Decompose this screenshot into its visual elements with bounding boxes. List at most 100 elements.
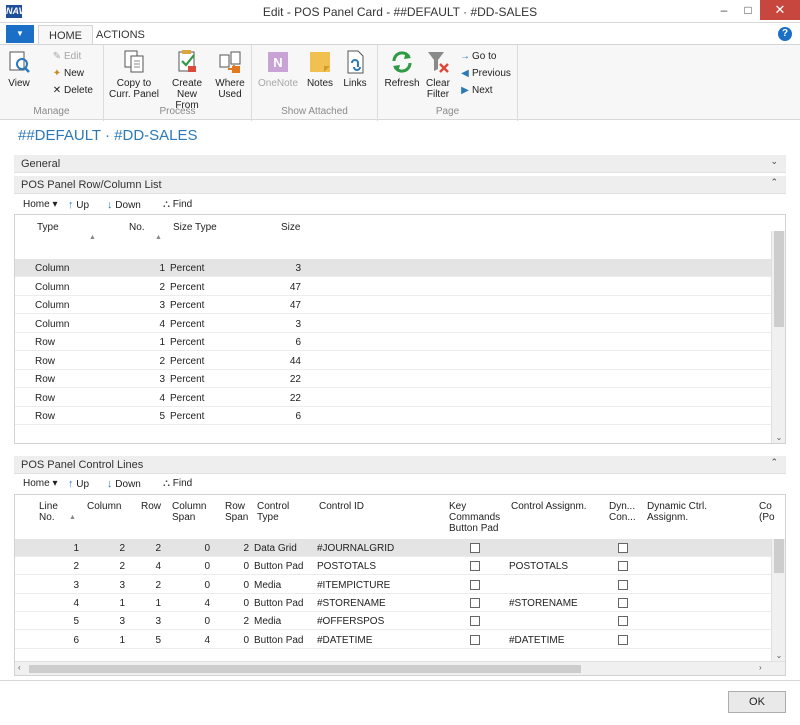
header-control-type[interactable]: Control Type [257, 501, 289, 523]
header-line-no[interactable]: Line No. [39, 501, 58, 523]
fasttab-control-lines[interactable]: POS Panel Control Lines ⌃ [14, 456, 786, 474]
table-row[interactable]: Row 2 Percent 44 [15, 352, 771, 370]
table-row[interactable]: Row 1 Percent 6 [15, 333, 771, 351]
header-row[interactable]: Row [141, 501, 161, 512]
header-column-span[interactable]: Column Span [172, 501, 206, 523]
table-row[interactable]: Row 4 Percent 22 [15, 389, 771, 407]
control-up-button[interactable]: ↑ Up [68, 478, 89, 490]
where-used-button[interactable]: Where Used [212, 49, 248, 100]
app-menu-button[interactable]: ▼ [6, 25, 34, 43]
onenote-label: OneNote [258, 78, 299, 89]
tab-home[interactable]: HOME [38, 25, 93, 45]
chevron-up-icon[interactable]: ⌃ [770, 457, 778, 468]
key-commands-checkbox[interactable] [470, 634, 480, 645]
header-size[interactable]: Size [281, 222, 300, 233]
rowcol-home-menu[interactable]: Home ▾ [23, 199, 58, 210]
table-row[interactable]: Row 3 Percent 22 [15, 370, 771, 388]
view-button[interactable]: View [6, 49, 32, 89]
header-co-pos[interactable]: Co (Po [759, 501, 775, 523]
table-row[interactable]: Row 5 Percent 6 [15, 407, 771, 425]
key-commands-checkbox[interactable] [470, 561, 480, 572]
cell-no: 3 [159, 300, 165, 311]
control-find-button[interactable]: ⛬ Find [163, 478, 192, 489]
dynamic-control-checkbox[interactable] [618, 543, 628, 553]
refresh-button[interactable]: Refresh [384, 49, 420, 89]
scroll-right-arrow-icon[interactable]: › [759, 663, 762, 672]
minimize-button[interactable]: – [712, 0, 736, 20]
chevron-up-icon[interactable]: ⌃ [770, 177, 778, 188]
delete-button[interactable]: ✕ Delete [52, 85, 93, 97]
rowcol-down-button[interactable]: ↓ Down [107, 199, 141, 211]
dynamic-control-checkbox[interactable] [618, 634, 628, 645]
fasttab-general[interactable]: General ⌄ [14, 155, 786, 173]
tab-actions[interactable]: ACTIONS [86, 25, 155, 45]
links-button[interactable]: Links [340, 49, 370, 89]
header-dyn-con[interactable]: Dyn... Con... [609, 501, 636, 523]
cell-column-span: 0 [204, 561, 210, 573]
create-new-from-button[interactable]: Create New From [164, 49, 210, 111]
table-row[interactable]: 1 2 2 0 2 Data Grid #JOURNALGRID [15, 539, 771, 557]
fasttab-rowcol-list[interactable]: POS Panel Row/Column List ⌃ [14, 176, 786, 194]
header-control-assignm[interactable]: Control Assignm. [511, 501, 587, 512]
ok-button[interactable]: OK [728, 691, 786, 713]
control-down-button[interactable]: ↓ Down [107, 478, 141, 490]
help-icon[interactable]: ? [778, 27, 792, 41]
dynamic-control-checkbox[interactable] [618, 579, 628, 590]
cell-no: 2 [159, 355, 165, 367]
header-co-2: (Po [759, 512, 775, 523]
table-row[interactable]: Column 3 Percent 47 [15, 296, 771, 314]
dynamic-control-checkbox[interactable] [618, 616, 628, 627]
key-commands-checkbox[interactable] [470, 616, 480, 627]
goto-button[interactable]: → Go to [460, 51, 496, 63]
header-column[interactable]: Column [87, 501, 121, 512]
header-control-id[interactable]: Control ID [319, 501, 364, 512]
notes-button[interactable]: Notes [304, 49, 336, 89]
rowcol-find-button[interactable]: ⛬ Find [163, 199, 192, 210]
clear-filter-button[interactable]: Clear Filter [424, 49, 452, 100]
close-button[interactable]: ✕ [760, 0, 800, 20]
dynamic-control-checkbox[interactable] [618, 597, 628, 608]
new-button[interactable]: ✦ New [52, 68, 84, 80]
next-label: Next [472, 85, 493, 96]
rowcol-scroll-thumb[interactable] [774, 231, 784, 327]
cell-type: Column [35, 281, 70, 293]
control-horizontal-scrollbar[interactable]: ‹ › [15, 661, 785, 675]
table-row[interactable]: Column 4 Percent 3 [15, 315, 771, 333]
header-size-type[interactable]: Size Type [173, 222, 217, 233]
dynamic-control-checkbox[interactable] [618, 561, 628, 572]
key-commands-checkbox[interactable] [470, 579, 480, 590]
control-scroll-thumb[interactable] [774, 539, 784, 573]
control-home-menu[interactable]: Home ▾ [23, 478, 58, 489]
scroll-down-arrow-icon[interactable]: ⌄ [772, 651, 785, 660]
cell-size-type: Percent [170, 281, 205, 293]
header-key-commands[interactable]: Key Commands Button Pad [449, 501, 500, 534]
table-row[interactable]: Column 2 Percent 47 [15, 278, 771, 296]
table-row[interactable]: 3 3 2 0 0 Media #ITEMPICTURE [15, 576, 771, 594]
scroll-left-arrow-icon[interactable]: ‹ [18, 663, 21, 672]
table-row[interactable]: 5 3 3 0 2 Media #OFFERSPOS [15, 612, 771, 631]
rowcol-down-label: Down [115, 200, 141, 211]
key-commands-checkbox[interactable] [470, 543, 480, 553]
header-dynamic-ctrl-assignm[interactable]: Dynamic Ctrl. Assignm. [647, 501, 707, 523]
table-row[interactable]: 2 2 4 0 0 Button Pad POSTOTALS POSTOTALS [15, 557, 771, 576]
rowcol-up-button[interactable]: ↑ Up [68, 199, 89, 211]
header-no[interactable]: No. [129, 222, 145, 233]
edit-button[interactable]: ✎ Edit [52, 51, 81, 63]
table-row[interactable]: 4 1 1 4 0 Button Pad #STORENAME #STORENAME [15, 594, 771, 612]
control-hscroll-thumb[interactable] [29, 665, 581, 673]
chevron-down-icon[interactable]: ⌄ [770, 156, 778, 167]
previous-button[interactable]: ◀ Previous [460, 68, 511, 80]
next-button[interactable]: ▶ Next [460, 85, 493, 97]
header-row-span[interactable]: Row Span [225, 501, 248, 523]
scroll-down-arrow-icon[interactable]: ⌄ [772, 433, 785, 442]
rowcol-vertical-scrollbar[interactable]: ⌄ [771, 231, 785, 443]
control-vertical-scrollbar[interactable]: ⌄ [771, 539, 785, 661]
table-row[interactable]: Column 1 Percent 3 [15, 259, 771, 277]
maximize-button[interactable]: □ [736, 0, 760, 20]
header-type[interactable]: Type [37, 222, 59, 233]
table-row[interactable]: 6 1 5 4 0 Button Pad #DATETIME #DATETIME [15, 631, 771, 649]
copy-to-curr-panel-button[interactable]: Copy to Curr. Panel [108, 49, 160, 100]
key-commands-checkbox[interactable] [470, 597, 480, 608]
onenote-button[interactable]: N OneNote [258, 49, 298, 89]
header-ctrl-type-2: Type [257, 512, 279, 523]
